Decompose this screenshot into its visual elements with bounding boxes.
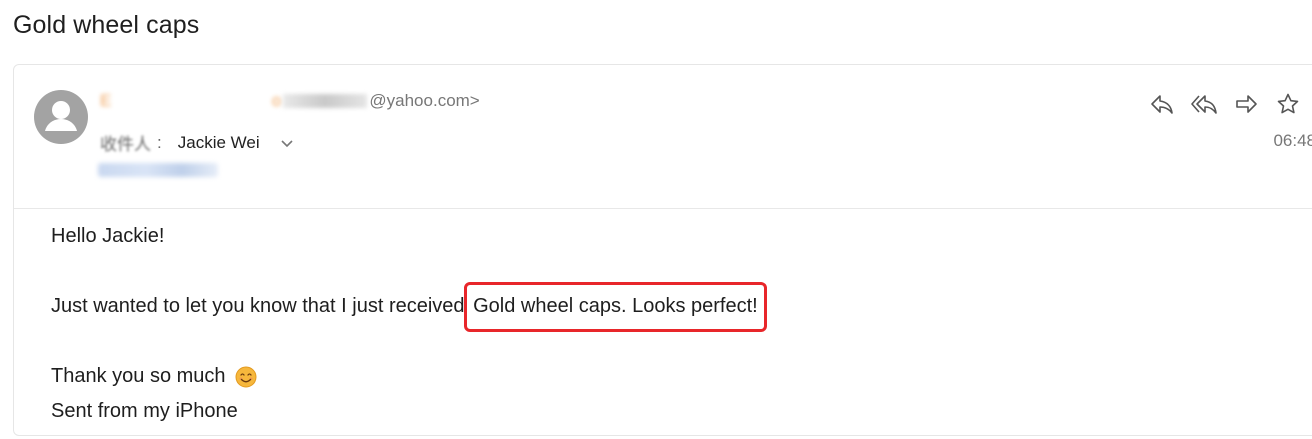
- forward-button[interactable]: [1232, 90, 1260, 118]
- reply-button[interactable]: [1148, 90, 1176, 118]
- avatar[interactable]: [34, 90, 88, 144]
- thanks-line: Thank you so much: [51, 365, 257, 388]
- thanks-text: Thank you so much: [51, 365, 226, 387]
- to-label: 收件人: [100, 135, 151, 154]
- sender-name-redacted: E o: [100, 91, 282, 110]
- avatar-icon: [45, 101, 77, 131]
- email-card: E o @yahoo.com> 收件人 : Jackie Wei 06:48 H…: [13, 64, 1312, 436]
- to-colon: :: [157, 132, 162, 152]
- star-icon: [1277, 93, 1299, 114]
- recipient-name[interactable]: Jackie Wei: [178, 133, 260, 153]
- sender-email-redacted: [283, 94, 368, 108]
- sender[interactable]: E o @yahoo.com>: [100, 91, 480, 111]
- greeting: Hello Jackie!: [51, 225, 165, 247]
- email-subject: Gold wheel caps: [13, 11, 200, 39]
- timestamp: 06:48: [1273, 131, 1312, 150]
- message-prefix: Just wanted to let you know that I just …: [51, 295, 471, 317]
- cc-blur: [98, 163, 218, 177]
- reply-all-icon: [1191, 95, 1217, 114]
- sender-email: @yahoo.com>: [369, 91, 480, 110]
- highlighted-text: Gold wheel caps. Looks perfect!: [464, 282, 767, 332]
- reply-all-button[interactable]: [1190, 90, 1218, 118]
- email-header: E o @yahoo.com> 收件人 : Jackie Wei 06:48: [14, 65, 1312, 209]
- forward-icon: [1236, 95, 1257, 113]
- star-button[interactable]: [1274, 90, 1302, 118]
- email-actions: [1148, 90, 1302, 118]
- smile-emoji-icon: [235, 366, 257, 387]
- signature: Sent from my iPhone: [51, 400, 238, 422]
- message-line: Just wanted to let you know that I just …: [51, 282, 767, 332]
- reply-icon: [1151, 95, 1173, 114]
- to-row: 收件人 : Jackie Wei: [100, 130, 294, 155]
- chevron-down-icon[interactable]: [280, 136, 294, 150]
- cc-row-redacted: [98, 163, 218, 181]
